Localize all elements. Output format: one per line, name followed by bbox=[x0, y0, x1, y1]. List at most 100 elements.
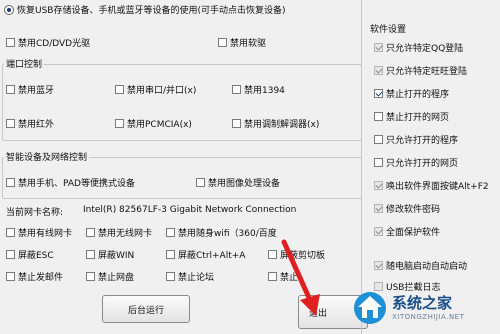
disable-phone-pad-label: 禁用手机、PAD等便携式设备 bbox=[18, 179, 135, 189]
software-item-checkbox[interactable] bbox=[374, 181, 383, 190]
software-item[interactable]: 修改软件密码 bbox=[374, 202, 440, 215]
software-item-label: 修改软件密码 bbox=[386, 205, 441, 215]
software-item[interactable]: 唤出软件界面按键Alt+F2 bbox=[374, 179, 489, 192]
software-item-label: 禁止打开的网页 bbox=[386, 113, 450, 123]
disable-imaging-checkbox[interactable] bbox=[196, 178, 205, 187]
block-esc-label: 屏蔽ESC bbox=[18, 251, 54, 261]
disable-portable-wifi-checkbox[interactable] bbox=[166, 228, 175, 237]
disable-imaging-label: 禁用图像处理设备 bbox=[208, 179, 281, 189]
disable-wireless-nic-option[interactable]: 禁用无线网卡 bbox=[86, 226, 152, 239]
disable-floppy-label: 禁用软驱 bbox=[230, 39, 267, 49]
disable-pcmcia-option[interactable]: 禁用PCMCIA(x) bbox=[115, 117, 192, 130]
smart-device-legend: 智能设备及网络控制 bbox=[4, 150, 90, 163]
software-item-label: 只允许打开的网页 bbox=[386, 159, 459, 169]
disable-wired-nic-option[interactable]: 禁用有线网卡 bbox=[6, 226, 72, 239]
disable-cd-dvd-checkbox[interactable] bbox=[6, 38, 15, 47]
disable-portable-wifi-label: 禁用随身wifi（360/百度 bbox=[178, 229, 277, 239]
disable-serial-label: 禁用串口/并口(x) bbox=[127, 86, 197, 96]
disable-serial-option[interactable]: 禁用串口/并口(x) bbox=[115, 83, 196, 96]
block-win-option[interactable]: 屏蔽WIN bbox=[86, 248, 134, 261]
software-item-checkbox[interactable] bbox=[374, 135, 383, 144]
disable-wired-nic-label: 禁用有线网卡 bbox=[18, 229, 73, 239]
port-control-legend: 端口控制 bbox=[4, 57, 45, 70]
software-settings-legend: 软件设置 bbox=[370, 25, 407, 35]
block-esc-checkbox[interactable] bbox=[6, 250, 15, 259]
watermark: 系统之家 XITONGZHIJIA.NET bbox=[352, 288, 500, 334]
disable-portable-wifi-option[interactable]: 禁用随身wifi（360/百度 bbox=[166, 226, 277, 239]
software-item[interactable]: 只允许打开的程序 bbox=[374, 133, 458, 146]
software-item-label: 禁止打开的程序 bbox=[386, 90, 450, 100]
software-item-label: 唤出软件界面按键Alt+F2 bbox=[386, 182, 489, 192]
software-item-checkbox[interactable] bbox=[374, 227, 383, 236]
disable-imaging-option[interactable]: 禁用图像处理设备 bbox=[196, 176, 280, 189]
disable-modem-label: 禁用调制解调器(x) bbox=[244, 120, 320, 130]
block-esc-option[interactable]: 屏蔽ESC bbox=[6, 248, 54, 261]
software-item[interactable]: 全面保护软件 bbox=[374, 225, 440, 238]
nic-value: Intel(R) 82567LF-3 Gigabit Network Conne… bbox=[83, 205, 297, 215]
block-netdisk-checkbox[interactable] bbox=[86, 272, 95, 281]
block-netdisk-label: 禁止网盘 bbox=[98, 273, 135, 283]
restore-devices-option[interactable]: 恢复USB存储设备、手机或蓝牙等设备的使用(可手动点击恢复设备) bbox=[4, 3, 286, 16]
block-forum-checkbox[interactable] bbox=[166, 272, 175, 281]
block-forum-label: 禁止论坛 bbox=[178, 273, 215, 283]
autostart-option[interactable]: 随电脑启动自动启动 bbox=[374, 259, 467, 272]
disable-floppy-option[interactable]: 禁用软驱 bbox=[218, 36, 266, 49]
block-netdisk-option[interactable]: 禁止网盘 bbox=[86, 270, 134, 283]
block-ctrl-alt-a-checkbox[interactable] bbox=[166, 250, 175, 259]
disable-1394-label: 禁用1394 bbox=[244, 86, 285, 96]
software-item[interactable]: 禁止打开的网页 bbox=[374, 110, 449, 123]
disable-modem-checkbox[interactable] bbox=[232, 119, 241, 128]
block-win-checkbox[interactable] bbox=[86, 250, 95, 259]
disable-infrared-label: 禁用红外 bbox=[18, 120, 55, 130]
disable-cd-dvd-label: 禁用CD/DVD光驱 bbox=[18, 39, 91, 49]
panel-divider bbox=[361, 0, 362, 334]
block-ctrl-alt-a-label: 屏蔽Ctrl+Alt+A bbox=[178, 251, 246, 261]
block-ctrl-alt-a-option[interactable]: 屏蔽Ctrl+Alt+A bbox=[166, 248, 245, 261]
disable-1394-option[interactable]: 禁用1394 bbox=[232, 83, 285, 96]
restore-devices-radio[interactable] bbox=[4, 4, 14, 15]
software-item-checkbox[interactable] bbox=[374, 204, 383, 213]
disable-infrared-checkbox[interactable] bbox=[6, 119, 15, 128]
software-item-label: 只允许特定旺旺登陆 bbox=[386, 67, 468, 77]
block-win-label: 屏蔽WIN bbox=[98, 251, 135, 261]
red-arrow-icon bbox=[281, 239, 320, 316]
disable-bluetooth-label: 禁用蓝牙 bbox=[18, 86, 55, 96]
block-email-checkbox[interactable] bbox=[6, 272, 15, 281]
watermark-text: 系统之家 bbox=[392, 294, 453, 312]
disable-bluetooth-checkbox[interactable] bbox=[6, 85, 15, 94]
nic-label: 当前网卡名称: bbox=[6, 208, 64, 218]
watermark-url: XITONGZHIJIA.NET bbox=[392, 313, 465, 321]
autostart-checkbox[interactable] bbox=[374, 261, 383, 270]
software-item[interactable]: 只允许特定旺旺登陆 bbox=[374, 64, 467, 77]
software-item-checkbox[interactable] bbox=[374, 66, 383, 75]
block-forum-option[interactable]: 禁止论坛 bbox=[166, 270, 214, 283]
software-item-checkbox[interactable] bbox=[374, 112, 383, 121]
background-run-button[interactable]: 后台运行 bbox=[102, 295, 190, 323]
disable-infrared-option[interactable]: 禁用红外 bbox=[6, 117, 54, 130]
restore-devices-label: 恢复USB存储设备、手机或蓝牙等设备的使用(可手动点击恢复设备) bbox=[17, 6, 286, 16]
software-item[interactable]: 只允许打开的网页 bbox=[374, 156, 458, 169]
disable-pcmcia-checkbox[interactable] bbox=[115, 119, 124, 128]
disable-modem-option[interactable]: 禁用调制解调器(x) bbox=[232, 117, 319, 130]
software-item-label: 只允许特定QQ登陆 bbox=[386, 44, 464, 54]
house-logo-icon bbox=[354, 292, 386, 324]
disable-phone-pad-option[interactable]: 禁用手机、PAD等便携式设备 bbox=[6, 176, 135, 189]
autostart-label: 随电脑启动自动启动 bbox=[386, 262, 468, 272]
disable-serial-checkbox[interactable] bbox=[115, 85, 124, 94]
software-item[interactable]: 只允许特定QQ登陆 bbox=[374, 41, 463, 54]
disable-wired-nic-checkbox[interactable] bbox=[6, 228, 15, 237]
disable-pcmcia-label: 禁用PCMCIA(x) bbox=[127, 120, 192, 130]
disable-wireless-nic-label: 禁用无线网卡 bbox=[98, 229, 153, 239]
disable-cd-dvd-option[interactable]: 禁用CD/DVD光驱 bbox=[6, 36, 90, 49]
software-item-checkbox[interactable] bbox=[374, 43, 383, 52]
software-item[interactable]: 禁止打开的程序 bbox=[374, 87, 449, 100]
block-email-option[interactable]: 禁止发邮件 bbox=[6, 270, 63, 283]
disable-1394-checkbox[interactable] bbox=[232, 85, 241, 94]
disable-wireless-nic-checkbox[interactable] bbox=[86, 228, 95, 237]
disable-floppy-checkbox[interactable] bbox=[218, 38, 227, 47]
disable-phone-pad-checkbox[interactable] bbox=[6, 178, 15, 187]
software-item-checkbox[interactable] bbox=[374, 89, 383, 98]
disable-bluetooth-option[interactable]: 禁用蓝牙 bbox=[6, 83, 54, 96]
software-item-checkbox[interactable] bbox=[374, 158, 383, 167]
software-item-label: 全面保护软件 bbox=[386, 228, 441, 238]
